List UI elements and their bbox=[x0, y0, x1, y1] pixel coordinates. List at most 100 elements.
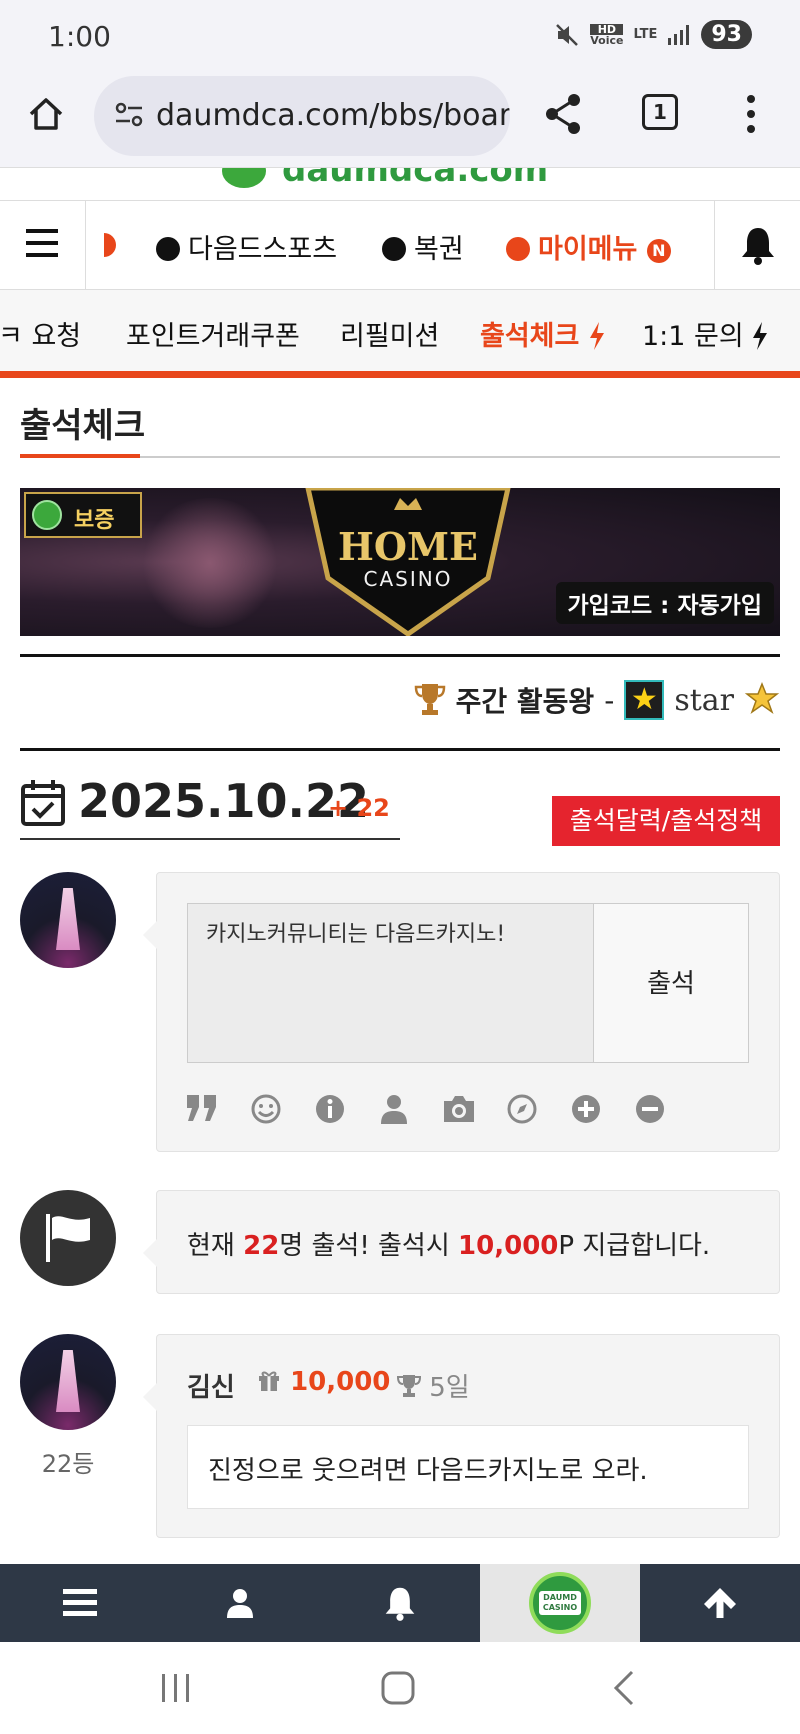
casino-banner[interactable]: 보증 HOME CASINO 가입코드 : 자동가입 bbox=[20, 488, 780, 636]
site-logo-icon bbox=[222, 168, 266, 188]
more-menu-icon[interactable] bbox=[744, 92, 758, 136]
emoji-icon[interactable] bbox=[249, 1093, 283, 1127]
compose-toolbar bbox=[185, 1093, 667, 1127]
weekly-label: 주간 활동왕 bbox=[455, 685, 595, 718]
status-icons: HD Voice LTE 93 bbox=[554, 20, 752, 49]
attendance-count: 22 bbox=[243, 1231, 280, 1261]
compass-icon[interactable] bbox=[505, 1093, 539, 1127]
recent-apps-icon[interactable] bbox=[160, 1672, 192, 1704]
attendance-submit-button[interactable]: 출석 bbox=[593, 903, 749, 1063]
compose-panel: 카지노커뮤니티는 다음드카지노! 출석 bbox=[143, 872, 780, 1152]
page-title: 출석체크 bbox=[20, 406, 146, 446]
signal-icon bbox=[668, 24, 690, 45]
subnav-item-request[interactable]: ㅋ 요청 bbox=[0, 314, 81, 353]
camera-icon[interactable] bbox=[441, 1093, 475, 1127]
site-info-icon[interactable] bbox=[114, 100, 144, 130]
user-icon[interactable] bbox=[377, 1093, 411, 1127]
bottom-menu-button[interactable] bbox=[0, 1564, 160, 1642]
nav-item-lottery[interactable]: 복권 bbox=[382, 227, 464, 266]
attendance-info-text: 현재 22명 출석! 출석시 10,000P 지급합니다. bbox=[187, 1225, 710, 1262]
nav-partial-dot bbox=[104, 233, 116, 257]
share-icon[interactable] bbox=[542, 92, 584, 136]
dot-icon bbox=[382, 237, 406, 261]
tab-switcher-button[interactable]: 1 bbox=[642, 94, 678, 130]
lightning-icon bbox=[589, 322, 604, 350]
comment-avatar[interactable] bbox=[20, 1334, 116, 1430]
page-root: 1:00 HD Voice LTE 93 daumdca.com/bbs/boa… bbox=[0, 0, 800, 1734]
nav-item-label: 복권 bbox=[414, 234, 464, 265]
attendance-message-input[interactable]: 카지노커뮤니티는 다음드카지노! bbox=[187, 903, 595, 1063]
voice-label: Voice bbox=[590, 33, 624, 47]
calendar-check-icon bbox=[21, 780, 65, 826]
back-nav-icon[interactable] bbox=[612, 1670, 636, 1706]
browser-toolbar: daumdca.com/bbs/board 1 bbox=[0, 72, 800, 168]
attendance-date: 2025.10.22 bbox=[78, 774, 370, 828]
battery-indicator: 93 bbox=[701, 20, 752, 49]
bottom-profile-button[interactable] bbox=[160, 1564, 320, 1642]
hamburger-menu-button[interactable] bbox=[0, 201, 86, 289]
nav-item-sports[interactable]: 다음드스포츠 bbox=[156, 227, 337, 266]
reward-points: 10,000 bbox=[458, 1231, 559, 1261]
hd-voice-icon: HD Voice bbox=[590, 23, 624, 47]
home-casino-logo: HOME CASINO bbox=[305, 488, 511, 636]
attendance-calendar-button[interactable]: 출석달력/출석정책 bbox=[552, 796, 780, 846]
subnav-item-point-coupon[interactable]: 포인트거래쿠폰 bbox=[126, 314, 300, 353]
subnav-item-label: 1:1 문의 bbox=[642, 321, 744, 352]
gift-icon bbox=[259, 1371, 279, 1391]
divider-top bbox=[20, 654, 780, 657]
logo-line2: CASINO bbox=[364, 567, 453, 591]
mute-icon bbox=[556, 23, 579, 46]
info-middle: 명 출석! 출석시 bbox=[279, 1231, 459, 1261]
scroll-top-button[interactable] bbox=[640, 1564, 800, 1642]
attendance-count-delta: + 22 bbox=[328, 794, 390, 822]
avatar[interactable] bbox=[20, 872, 116, 968]
avatar-image bbox=[56, 1350, 80, 1412]
lightning-icon bbox=[753, 322, 768, 350]
site-logo-text: daumdca.com bbox=[282, 168, 549, 190]
bell-icon bbox=[385, 1587, 415, 1621]
subnav-item-inquiry[interactable]: 1:1 문의 bbox=[642, 314, 768, 353]
address-bar[interactable]: daumdca.com/bbs/board bbox=[94, 76, 510, 156]
home-nav-icon[interactable] bbox=[380, 1670, 416, 1706]
title-accent-bar bbox=[20, 454, 140, 458]
trophy-icon bbox=[396, 1375, 422, 1397]
user-icon bbox=[227, 1589, 253, 1618]
plus-icon[interactable] bbox=[569, 1093, 603, 1127]
star-level-icon: ★ bbox=[624, 680, 665, 720]
subnav-item-refill[interactable]: 리필미션 bbox=[340, 314, 439, 353]
flag-icon bbox=[46, 1214, 90, 1262]
notice-avatar bbox=[20, 1190, 116, 1286]
comment-card: 김신 10,000 5일 진정으로 웃으려면 다음드카지노로 오라. bbox=[143, 1334, 780, 1538]
info-icon[interactable] bbox=[313, 1093, 347, 1127]
subnav-item-prefix: ㅋ bbox=[0, 321, 23, 352]
date-header: 2025.10.22 + 22 bbox=[20, 772, 400, 840]
quote-icon[interactable] bbox=[185, 1093, 219, 1127]
signup-code-label: 가입코드 : 자동가입 bbox=[555, 582, 774, 624]
menu-icon bbox=[63, 1589, 97, 1616]
notification-button[interactable] bbox=[714, 201, 800, 289]
comment-author[interactable]: 김신 bbox=[187, 1367, 235, 1404]
guarantee-badge: 보증 bbox=[24, 492, 142, 538]
attendance-rank: 22등 bbox=[41, 1450, 95, 1478]
banner-bg-glow bbox=[140, 498, 280, 628]
bottom-logo-text: DAUMD CASINO bbox=[539, 1591, 581, 1615]
dot-icon bbox=[506, 237, 530, 261]
subnav-item-attendance[interactable]: 출석체크 bbox=[480, 314, 605, 353]
bottom-notification-button[interactable] bbox=[320, 1564, 480, 1642]
site-logo-strip[interactable]: daumdca.com bbox=[0, 168, 800, 200]
subnav-item-label: 요청 bbox=[31, 321, 82, 352]
nav-item-label: 마이메뉴 bbox=[538, 234, 638, 265]
home-icon[interactable] bbox=[26, 94, 66, 134]
weekly-winner-name[interactable]: star bbox=[674, 683, 734, 718]
badge-logo-icon bbox=[32, 500, 62, 530]
comment-points-value: 10,000 bbox=[290, 1367, 391, 1397]
badge-label: 보증 bbox=[74, 508, 115, 533]
comment-points: 10,000 bbox=[257, 1367, 390, 1397]
logo-line1: HOME bbox=[338, 524, 478, 569]
divider-bottom bbox=[20, 748, 780, 751]
secondary-nav: ㅋ 요청 포인트거래쿠폰 리필미션 출석체크 1:1 문의 bbox=[0, 290, 800, 378]
nav-item-mymenu[interactable]: 마이메뉴 N bbox=[506, 227, 671, 266]
comment-body: 진정으로 웃으려면 다음드카지노로 오라. bbox=[187, 1425, 749, 1509]
bottom-home-logo-button[interactable]: DAUMD CASINO bbox=[480, 1564, 640, 1642]
minus-icon[interactable] bbox=[633, 1093, 667, 1127]
